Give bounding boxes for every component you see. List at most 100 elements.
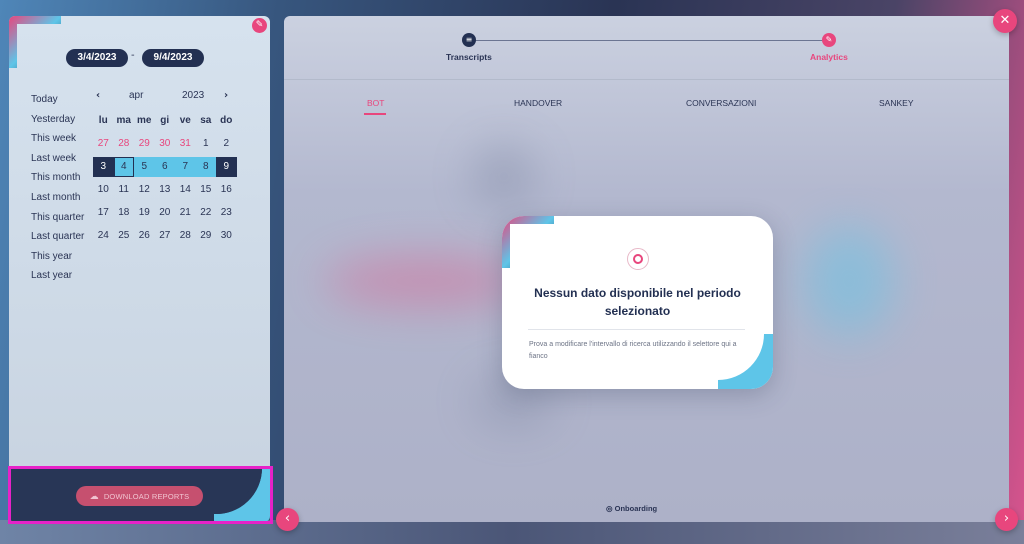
calendar-day[interactable]: 31	[175, 134, 196, 154]
divider	[528, 329, 745, 330]
blurred-chart	[474, 146, 534, 206]
tab-sankey[interactable]: SANKEY	[879, 98, 914, 108]
weekday-label: gi	[160, 115, 170, 126]
calendar-day[interactable]: 6	[154, 157, 175, 177]
calendar-day[interactable]: 14	[175, 180, 196, 200]
preset-this-month[interactable]: This month	[31, 168, 84, 188]
analytics-tabs: BOT HANDOVER CONVERSAZIONI SANKEY	[284, 98, 1009, 118]
preset-this-year[interactable]: This year	[31, 247, 84, 267]
weekday-label: ve	[179, 115, 191, 126]
calendar-month[interactable]: apr	[129, 90, 143, 104]
weekday-label: me	[137, 115, 152, 126]
blurred-chart	[324, 256, 524, 306]
preset-last-week[interactable]: Last week	[31, 149, 84, 169]
calendar-day[interactable]: 10	[93, 180, 114, 200]
calendar-day[interactable]: 24	[93, 226, 114, 246]
preset-this-quarter[interactable]: This quarter	[31, 208, 84, 228]
download-reports-button[interactable]: ☁ DOWNLOAD REPORTS	[76, 486, 203, 506]
calendar-day[interactable]: 27	[155, 226, 176, 246]
calendar-day[interactable]: 2	[216, 134, 237, 154]
preset-last-quarter[interactable]: Last quarter	[31, 227, 84, 247]
calendar-grid: lu ma me gi ve sa do 27 28 29 30 31 1 2 3 4 5 6 7 8 9…	[93, 110, 237, 248]
preset-today[interactable]: Today	[31, 90, 84, 110]
corner-decoration	[214, 468, 270, 522]
calendar-day[interactable]: 21	[175, 203, 196, 223]
list-icon[interactable]: ≡	[462, 33, 476, 47]
date-to-field[interactable]: 9/4/2023	[142, 49, 204, 67]
calendar-day[interactable]: 28	[175, 226, 196, 246]
blurred-chart	[804, 226, 894, 336]
weekday-label: do	[220, 115, 233, 126]
calendar-day[interactable]: 26	[134, 226, 155, 246]
weekday-label: ma	[116, 115, 131, 126]
previous-button[interactable]: ‹	[276, 508, 299, 531]
calendar-week: 10 11 12 13 14 15 16	[93, 179, 237, 202]
date-from-field[interactable]: 3/4/2023	[66, 49, 128, 67]
tab-bot[interactable]: BOT	[367, 98, 384, 108]
cloud-download-icon: ☁	[89, 491, 99, 501]
calendar-day[interactable]: 7	[175, 157, 196, 177]
tab-handover[interactable]: HANDOVER	[514, 98, 562, 108]
corner-decoration	[718, 334, 773, 389]
pencil-icon[interactable]: ✎	[822, 33, 836, 47]
step-analytics[interactable]: Analytics	[810, 52, 848, 62]
weekday-label: lu	[98, 115, 108, 126]
calendar-day[interactable]: 29	[196, 226, 217, 246]
preset-last-year[interactable]: Last year	[31, 266, 84, 286]
next-button[interactable]: ›	[995, 508, 1018, 531]
calendar-day[interactable]: 8	[195, 157, 216, 177]
date-filter-panel: ✎ 3/4/2023 - 9/4/2023 Today Yesterday Th…	[9, 16, 270, 522]
empty-state-dialog: Nessun dato disponibile nel periodo sele…	[502, 216, 773, 389]
calendar-day[interactable]: 20	[155, 203, 176, 223]
calendar-day[interactable]: 1	[196, 134, 217, 154]
date-separator: -	[131, 50, 135, 61]
corner-decoration	[502, 216, 554, 268]
calendar-week: 17 18 19 20 21 22 23	[93, 202, 237, 225]
calendar-day[interactable]: 28	[114, 134, 135, 154]
calendar-day[interactable]: 5	[134, 157, 155, 177]
preset-this-week[interactable]: This week	[31, 129, 84, 149]
download-footer: ☁ DOWNLOAD REPORTS	[9, 468, 270, 522]
calendar-year[interactable]: 2023	[182, 90, 204, 104]
calendar-day[interactable]: 27	[93, 134, 114, 154]
calendar-week: 24 25 26 27 28 29 30	[93, 225, 237, 248]
edit-icon[interactable]: ✎	[252, 18, 267, 33]
calendar-day[interactable]: 16	[216, 180, 237, 200]
calendar-day[interactable]: 25	[114, 226, 135, 246]
weekday-header: lu ma me gi ve sa do	[93, 110, 237, 133]
download-reports-label: DOWNLOAD REPORTS	[103, 492, 190, 501]
preset-yesterday[interactable]: Yesterday	[31, 110, 84, 130]
step-transcripts[interactable]: Transcripts	[446, 52, 492, 62]
preset-list: Today Yesterday This week Last week This…	[31, 90, 84, 286]
preset-last-month[interactable]: Last month	[31, 188, 84, 208]
calendar-day[interactable]: 17	[93, 203, 114, 223]
stepper: ≡ ✎ Transcripts Analytics	[284, 16, 1009, 80]
calendar-day[interactable]: 11	[114, 180, 135, 200]
tab-active-indicator	[364, 113, 386, 115]
calendar-day[interactable]: 13	[155, 180, 176, 200]
calendar-week: 27 28 29 30 31 1 2	[93, 133, 237, 156]
calendar-day[interactable]: 19	[134, 203, 155, 223]
calendar-day[interactable]: 9	[216, 157, 237, 177]
calendar-week: 3456789	[93, 156, 237, 179]
chevron-left-icon[interactable]: ‹	[96, 90, 100, 104]
calendar-day[interactable]: 23	[216, 203, 237, 223]
weekday-label: sa	[200, 115, 212, 126]
calendar-day[interactable]: 30	[216, 226, 237, 246]
calendar-day[interactable]: 15	[196, 180, 217, 200]
onboarding-label: Onboarding	[614, 504, 658, 513]
calendar-day[interactable]: 29	[134, 134, 155, 154]
onboarding-icon: ◎	[606, 504, 613, 513]
calendar-day[interactable]: 30	[155, 134, 176, 154]
close-button[interactable]: ✕	[993, 9, 1017, 33]
tab-conversazioni[interactable]: CONVERSAZIONI	[686, 98, 756, 108]
calendar-day[interactable]: 4	[113, 157, 134, 177]
calendar-day[interactable]: 3	[93, 157, 114, 177]
onboarding-link[interactable]: ◎ Onboarding	[606, 504, 657, 513]
empty-state-message: Prova a modificare l'intervallo di ricer…	[529, 341, 737, 360]
calendar-day[interactable]: 22	[196, 203, 217, 223]
corner-decoration	[9, 16, 61, 68]
calendar-day[interactable]: 12	[134, 180, 155, 200]
chevron-right-icon[interactable]: ›	[224, 90, 228, 104]
calendar-day[interactable]: 18	[114, 203, 135, 223]
